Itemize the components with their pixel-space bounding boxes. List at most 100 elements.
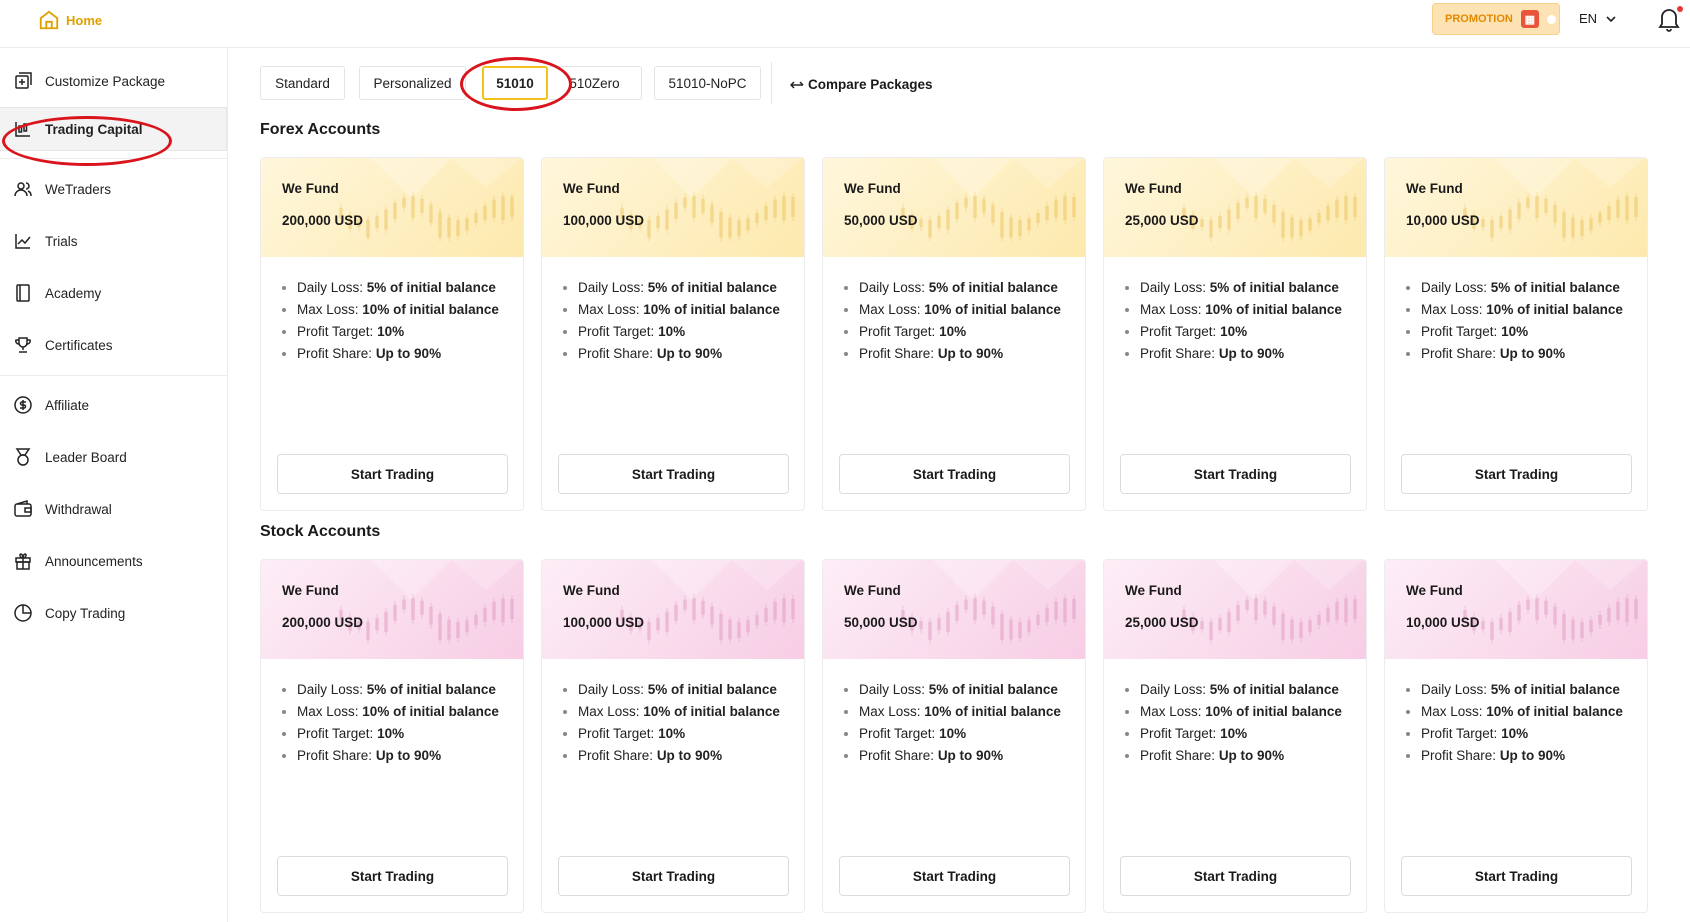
promotion-button[interactable]: PROMOTION ▦ [1432, 3, 1560, 35]
max-loss-label: Max Loss: [1140, 704, 1202, 719]
list-item: Profit Share: Up to 90% [1140, 343, 1366, 365]
profit-target-label: Profit Target: [859, 726, 936, 741]
list-item: Profit Target: 10% [859, 321, 1085, 343]
profit-share-label: Profit Share: [578, 346, 654, 361]
we-fund-label: We Fund [1406, 583, 1463, 598]
sidebar-item-announcements[interactable]: Announcements [0, 539, 228, 583]
max-loss-value: 10% of initial balance [643, 704, 780, 719]
daily-loss-label: Daily Loss: [859, 280, 926, 295]
list-item: Profit Share: Up to 90% [578, 343, 804, 365]
profit-target-label: Profit Target: [1140, 324, 1217, 339]
account-card: We Fund 10,000 USD Daily Loss: 5% of initi… [1384, 559, 1648, 913]
sidebar-item-affiliate[interactable]: Affiliate [0, 383, 228, 427]
list-item: Profit Share: Up to 90% [859, 343, 1085, 365]
card-header: We Fund 10,000 USD [1385, 158, 1647, 257]
compare-packages-label: Compare Packages [808, 77, 933, 92]
profit-target-label: Profit Target: [859, 324, 936, 339]
account-card: We Fund 25,000 USD Daily Loss: 5% of initi… [1103, 157, 1367, 511]
max-loss-label: Max Loss: [578, 704, 640, 719]
dollar-circle-icon [14, 396, 32, 414]
candlestick-decoration [620, 158, 802, 242]
start-trading-button[interactable]: Start Trading [1120, 856, 1351, 896]
language-label: EN [1579, 11, 1598, 26]
profit-share-value: Up to 90% [937, 748, 1004, 763]
candlestick-decoration [1463, 560, 1645, 644]
candlestick-decoration [1463, 158, 1645, 242]
start-trading-button[interactable]: Start Trading [277, 856, 508, 896]
profit-share-value: Up to 90% [375, 748, 442, 763]
profit-share-label: Profit Share: [1421, 748, 1497, 763]
chevron-down-icon [1606, 15, 1616, 22]
daily-loss-label: Daily Loss: [859, 682, 926, 697]
start-trading-button[interactable]: Start Trading [1401, 856, 1632, 896]
start-trading-button[interactable]: Start Trading [1120, 454, 1351, 494]
fund-amount: 25,000 USD [1125, 615, 1199, 630]
daily-loss-value: 5% of initial balance [647, 682, 777, 697]
fund-amount: 10,000 USD [1406, 213, 1480, 228]
max-loss-value: 10% of initial balance [362, 302, 499, 317]
daily-loss-label: Daily Loss: [578, 280, 645, 295]
sidebar-item-label: Customize Package [45, 73, 166, 89]
start-trading-button[interactable]: Start Trading [277, 454, 508, 494]
profit-target-label: Profit Target: [1140, 726, 1217, 741]
home-label: Home [66, 12, 103, 28]
list-item: Daily Loss: 5% of initial balance [578, 277, 804, 299]
line-chart-icon [15, 234, 31, 249]
medal-icon [15, 448, 31, 466]
tab-separator [771, 62, 772, 104]
candlestick-decoration [901, 158, 1083, 242]
start-trading-button[interactable]: Start Trading [558, 856, 789, 896]
card-header: We Fund 50,000 USD [823, 158, 1085, 257]
compare-arrows-icon [790, 80, 804, 89]
sidebar-item-copy-trading[interactable]: Copy Trading [0, 591, 228, 635]
fund-amount: 200,000 USD [282, 615, 364, 630]
tab-51010-nopc[interactable]: 51010-NoPC [654, 66, 761, 100]
compare-packages-button[interactable]: Compare Packages [790, 77, 933, 92]
profit-share-label: Profit Share: [859, 748, 935, 763]
sidebar-item-leader-board[interactable]: Leader Board [0, 435, 228, 479]
account-card: We Fund 100,000 USD Daily Loss: 5% of init… [541, 157, 805, 511]
home-link[interactable]: Home [38, 9, 102, 31]
list-item: Profit Share: Up to 90% [578, 745, 804, 767]
max-loss-label: Max Loss: [297, 704, 359, 719]
list-item: Profit Target: 10% [859, 723, 1085, 745]
sidebar-divider [0, 375, 228, 376]
profit-share-value: Up to 90% [375, 346, 442, 361]
language-selector[interactable]: EN [1579, 11, 1617, 26]
account-card: We Fund 50,000 USD Daily Loss: 5% of initi… [822, 559, 1086, 913]
account-card: We Fund 200,000 USD Daily Loss: 5% of init… [260, 157, 524, 511]
sidebar-item-trials[interactable]: Trials [0, 219, 228, 263]
tab-standard[interactable]: Standard [260, 66, 345, 100]
sidebar-item-withdrawal[interactable]: Withdrawal [0, 487, 228, 531]
max-loss-label: Max Loss: [297, 302, 359, 317]
list-item: Profit Share: Up to 90% [1421, 343, 1647, 365]
max-loss-value: 10% of initial balance [1486, 302, 1623, 317]
card-header: We Fund 25,000 USD [1104, 158, 1366, 257]
start-trading-button[interactable]: Start Trading [1401, 454, 1632, 494]
max-loss-label: Max Loss: [1140, 302, 1202, 317]
tab-personalized[interactable]: Personalized [359, 66, 466, 100]
list-item: Max Loss: 10% of initial balance [297, 299, 523, 321]
account-card: We Fund 200,000 USD Daily Loss: 5% of init… [260, 559, 524, 913]
list-item: Max Loss: 10% of initial balance [578, 701, 804, 723]
list-item: Max Loss: 10% of initial balance [1421, 299, 1647, 321]
daily-loss-label: Daily Loss: [1421, 682, 1488, 697]
profit-target-label: Profit Target: [578, 726, 655, 741]
max-loss-value: 10% of initial balance [924, 704, 1061, 719]
daily-loss-value: 5% of initial balance [366, 280, 496, 295]
sidebar-item-customize-package[interactable]: Customize Package [0, 59, 228, 103]
rules-list: Daily Loss: 5% of initial balanceMax Los… [261, 659, 523, 767]
sidebar-item-academy[interactable]: Academy [0, 271, 228, 315]
promo-dot [1546, 14, 1556, 24]
card-header: We Fund 200,000 USD [261, 158, 523, 257]
sidebar-item-wetraders[interactable]: WeTraders [0, 167, 228, 211]
start-trading-button[interactable]: Start Trading [558, 454, 789, 494]
start-trading-button[interactable]: Start Trading [839, 856, 1070, 896]
list-item: Profit Share: Up to 90% [297, 343, 523, 365]
sidebar-item-certificates[interactable]: Certificates [0, 323, 228, 367]
daily-loss-value: 5% of initial balance [928, 682, 1058, 697]
start-trading-button[interactable]: Start Trading [839, 454, 1070, 494]
notification-bell[interactable] [1657, 6, 1683, 32]
card-header: We Fund 50,000 USD [823, 560, 1085, 659]
daily-loss-value: 5% of initial balance [366, 682, 496, 697]
